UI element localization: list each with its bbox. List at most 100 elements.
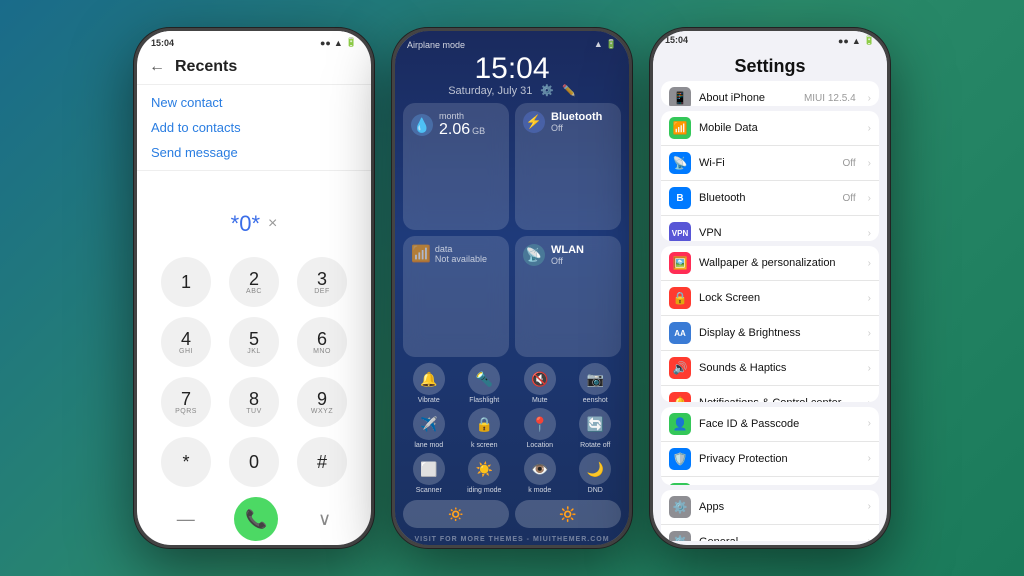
- vibrate-button[interactable]: 🔔 Vibrate: [403, 363, 455, 404]
- mobile-data-card[interactable]: 📶 data Not available: [403, 236, 509, 357]
- dial-1[interactable]: 1: [161, 257, 211, 307]
- bars-icon: 📶: [411, 244, 431, 264]
- watermark: VISIT FOR MORE THEMES - MIUITHEMER.COM: [395, 534, 629, 545]
- settings-item-faceid[interactable]: 👤 Face ID & Passcode ›: [661, 407, 879, 442]
- settings-item-lockscreen[interactable]: 🔒 Lock Screen ›: [661, 281, 879, 316]
- mobile-data-icon: 📶: [669, 117, 691, 139]
- dial-4[interactable]: 4GHI: [161, 317, 211, 367]
- dial-7[interactable]: 7PQRS: [161, 377, 211, 427]
- cc-icon-row-1: 🔔 Vibrate 🔦 Flashlight 🔇 Mute 📷 eenshot: [395, 363, 629, 404]
- screenshot-button[interactable]: 📷 eenshot: [570, 363, 622, 404]
- brightness-low-button[interactable]: 🔅: [403, 500, 509, 528]
- bluetooth-status: Off: [551, 123, 602, 133]
- edit-icon[interactable]: ✏️: [562, 84, 576, 97]
- settings-item-sounds[interactable]: 🔊 Sounds & Haptics ›: [661, 351, 879, 386]
- settings-item-wifi[interactable]: 📡 Wi-Fi Off ›: [661, 146, 879, 181]
- status-icons-3: ●● ▲ 🔋: [838, 35, 875, 46]
- quick-actions: New contact Add to contacts Send message: [137, 85, 371, 171]
- dark-mode-label: k mode: [528, 487, 551, 494]
- location-icon: 📍: [524, 408, 556, 440]
- settings-item-display[interactable]: AA Display & Brightness ›: [661, 316, 879, 351]
- brightness-high-button[interactable]: 🔆: [515, 500, 621, 528]
- back-button[interactable]: ←: [149, 58, 165, 76]
- settings-item-notifications[interactable]: 🔔 Notifications & Control center ›: [661, 386, 879, 402]
- apps-label: Apps: [699, 501, 860, 513]
- dnd-icon: 🌙: [579, 453, 611, 485]
- data-card[interactable]: 💧 month 2.06 GB: [403, 103, 509, 230]
- dialpad-area: *0* × 1 2ABC 3DEF 4GHI 5JKL 6MNO 7PQRS 8…: [137, 171, 371, 487]
- vpn-label: VPN: [699, 227, 860, 239]
- dnd-button[interactable]: 🌙 DND: [570, 453, 622, 494]
- dial-hash[interactable]: #: [297, 437, 347, 487]
- settings-icon[interactable]: ⚙️: [540, 84, 554, 97]
- call-button[interactable]: 📞: [234, 497, 278, 541]
- location-button[interactable]: 📍 Location: [514, 408, 566, 449]
- wifi-arrow: ›: [868, 158, 871, 169]
- settings-group-about: 📱 About iPhone MIUI 12.5.4 ›: [661, 81, 879, 106]
- dark-mode-button[interactable]: 👁️ k mode: [514, 453, 566, 494]
- new-contact-link[interactable]: New contact: [151, 95, 357, 110]
- phone-2-screen: Airplane mode ▲ 🔋 15:04 Saturday, July 3…: [395, 31, 629, 545]
- general-icon: ⚙️: [669, 531, 691, 541]
- bluetooth-settings-icon: B: [669, 187, 691, 209]
- wifi-value: Off: [843, 158, 856, 169]
- data-card-unit: GB: [472, 126, 485, 136]
- notifications-arrow: ›: [868, 398, 871, 402]
- airplane-button[interactable]: ✈️ lane mod: [403, 408, 455, 449]
- mute-button[interactable]: 🔇 Mute: [514, 363, 566, 404]
- settings-item-general[interactable]: ⚙️ General ›: [661, 525, 879, 541]
- chevron-down-icon[interactable]: ∨: [318, 509, 331, 530]
- bluetooth-card[interactable]: ⚡ Bluetooth Off: [515, 103, 621, 230]
- dial-2[interactable]: 2ABC: [229, 257, 279, 307]
- wlan-card[interactable]: 📡 WLAN Off: [515, 236, 621, 357]
- settings-item-wallpaper[interactable]: 🖼️ Wallpaper & personalization ›: [661, 246, 879, 281]
- settings-item-mobile-data[interactable]: 📶 Mobile Data ›: [661, 111, 879, 146]
- reading-mode-button[interactable]: ☀️ iding mode: [459, 453, 511, 494]
- mobile-data-arrow: ›: [868, 123, 871, 134]
- bluetooth-settings-arrow: ›: [868, 193, 871, 204]
- dial-star[interactable]: *: [161, 437, 211, 487]
- data-card-label: month: [439, 111, 485, 121]
- battery-settings-icon: 🔋: [669, 483, 691, 485]
- brightness-controls: 🔅 🔆: [395, 500, 629, 528]
- phone1-header: ← Recents: [137, 50, 371, 85]
- lock-label: k screen: [471, 442, 497, 449]
- add-to-contacts-link[interactable]: Add to contacts: [151, 120, 357, 135]
- about-arrow: ›: [868, 93, 871, 104]
- status-bar-1: 15:04 ●● ▲ 🔋: [137, 31, 371, 50]
- cc-icon-row-2: ✈️ lane mod 🔒 k screen 📍 Location 🔄 Rota…: [395, 408, 629, 449]
- data-card-value: 2.06: [439, 121, 470, 139]
- settings-item-battery[interactable]: 🔋 Battery ›: [661, 477, 879, 485]
- rotate-button[interactable]: 🔄 Rotate off: [570, 408, 622, 449]
- lock-screen-button[interactable]: 🔒 k screen: [459, 408, 511, 449]
- status-bar-3: 15:04 ●● ▲ 🔋: [653, 31, 887, 48]
- date-label: Saturday, July 31: [448, 85, 532, 97]
- reading-mode-label: iding mode: [467, 487, 501, 494]
- scanner-button[interactable]: ⬜ Scanner: [403, 453, 455, 494]
- phone-1-screen: 15:04 ●● ▲ 🔋 ← Recents New contact Add t…: [137, 31, 371, 545]
- settings-item-privacy[interactable]: 🛡️ Privacy Protection ›: [661, 442, 879, 477]
- dial-9[interactable]: 9WXYZ: [297, 377, 347, 427]
- phone1-footer: — 📞 ∨: [137, 487, 371, 545]
- flashlight-button[interactable]: 🔦 Flashlight: [459, 363, 511, 404]
- bluetooth-settings-label: Bluetooth: [699, 192, 835, 204]
- dark-mode-icon: 👁️: [524, 453, 556, 485]
- dial-8[interactable]: 8TUV: [229, 377, 279, 427]
- dial-5[interactable]: 5JKL: [229, 317, 279, 367]
- dial-6[interactable]: 6MNO: [297, 317, 347, 367]
- settings-item-vpn[interactable]: VPN VPN ›: [661, 216, 879, 241]
- data-sub: Not available: [435, 254, 487, 264]
- water-drop-icon: 💧: [413, 117, 430, 134]
- wifi-icon: 📡: [526, 247, 542, 263]
- dial-clear-button[interactable]: ×: [268, 215, 277, 233]
- settings-item-about[interactable]: 📱 About iPhone MIUI 12.5.4 ›: [661, 81, 879, 106]
- dial-3[interactable]: 3DEF: [297, 257, 347, 307]
- mute-icon: 🔇: [524, 363, 556, 395]
- settings-item-bluetooth[interactable]: B Bluetooth Off ›: [661, 181, 879, 216]
- send-message-link[interactable]: Send message: [151, 145, 357, 160]
- settings-item-apps[interactable]: ⚙️ Apps ›: [661, 490, 879, 525]
- location-label: Location: [527, 442, 553, 449]
- phone-1: 15:04 ●● ▲ 🔋 ← Recents New contact Add t…: [134, 28, 374, 548]
- more-options-icon[interactable]: —: [177, 509, 195, 530]
- dial-0[interactable]: 0: [229, 437, 279, 487]
